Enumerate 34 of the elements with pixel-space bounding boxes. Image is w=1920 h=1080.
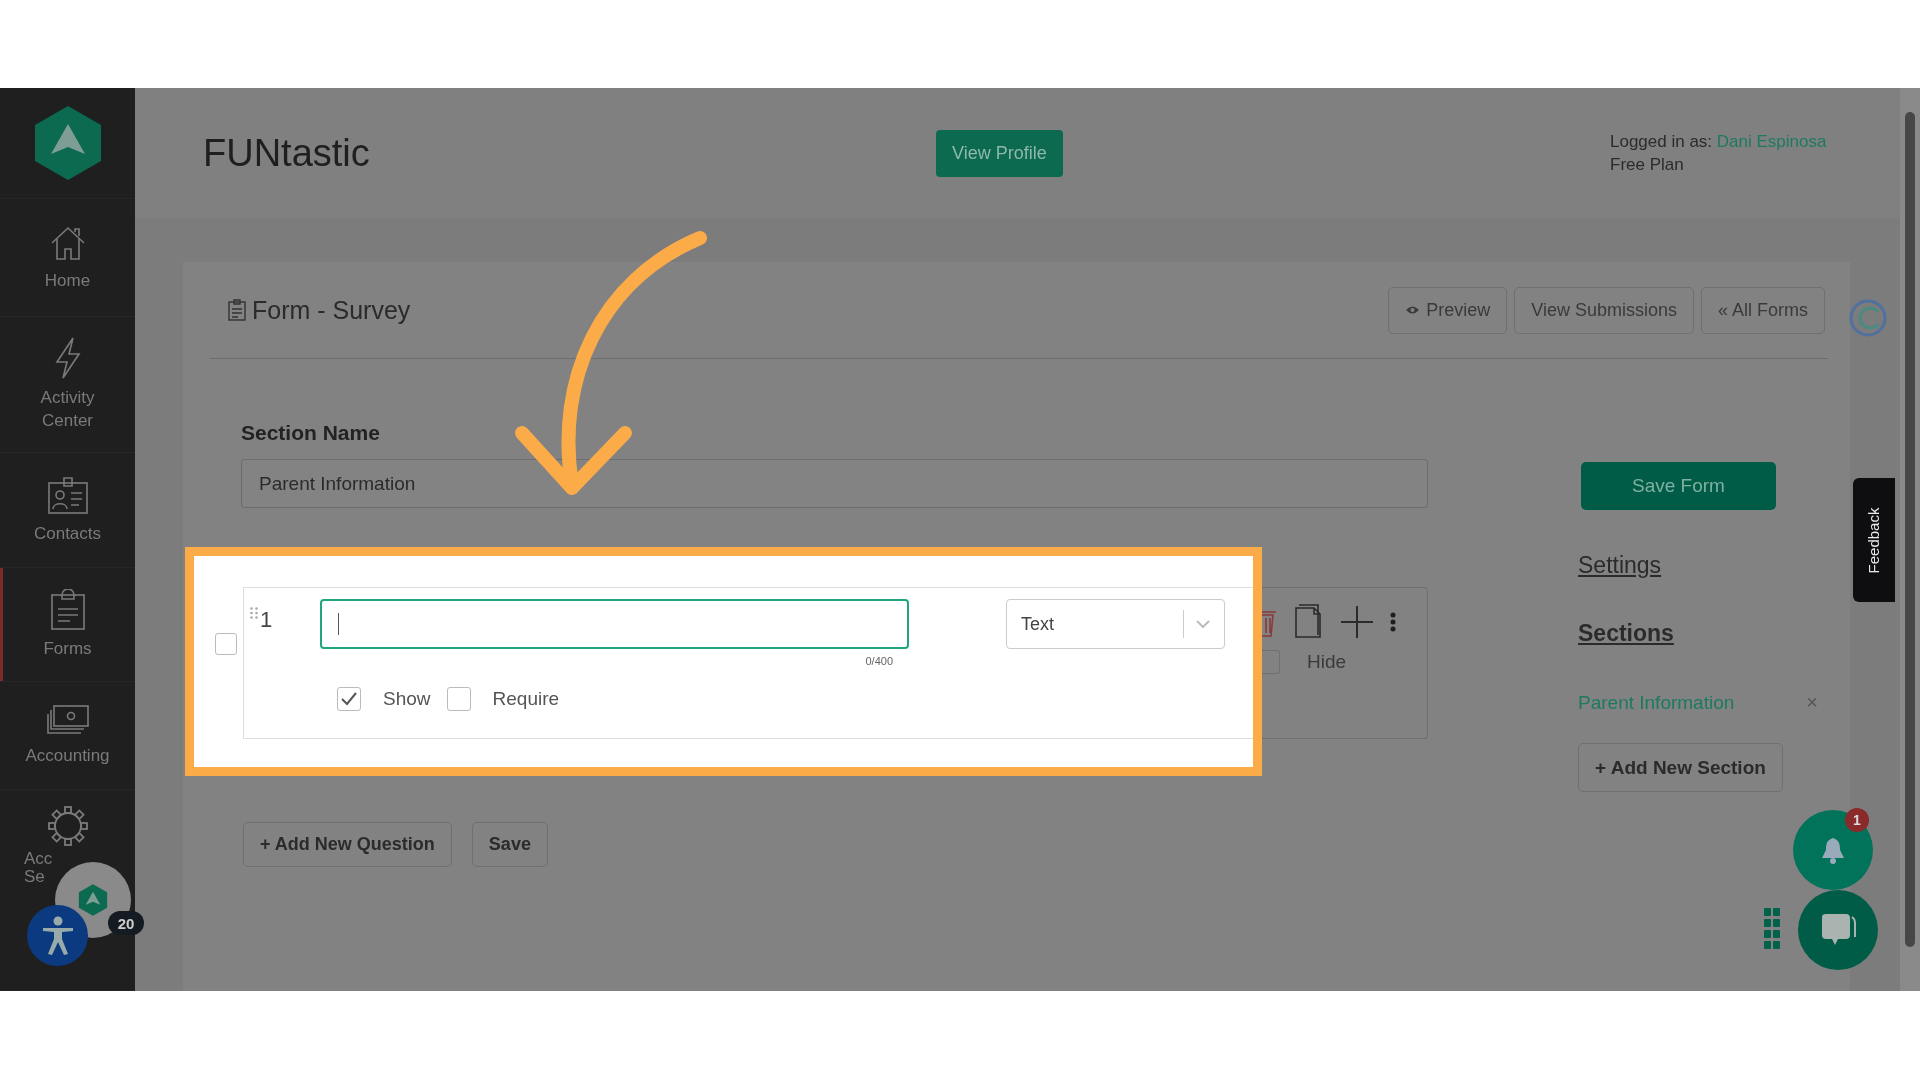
sidebar-label: Acc xyxy=(24,850,53,869)
require-label: Require xyxy=(492,688,560,710)
view-profile-button[interactable]: View Profile xyxy=(936,129,1063,177)
sidebar-label: Contacts xyxy=(33,522,102,545)
form-title: Form - Survey xyxy=(252,295,411,325)
plan-text: Free Plan xyxy=(1610,154,1685,176)
remove-section-button[interactable]: × xyxy=(1806,691,1818,714)
character-counter: 0/400 xyxy=(865,655,893,667)
sections-link[interactable]: Sections xyxy=(1578,620,1674,647)
section-name-label: Section Name xyxy=(241,421,381,446)
header-button[interactable]: View Submissions xyxy=(1514,286,1694,334)
question-number: 1 xyxy=(260,607,274,633)
app-title: FUNtastic xyxy=(203,131,371,175)
header-button[interactable]: « All Forms xyxy=(1700,286,1825,334)
section-name-field[interactable]: Parent Information xyxy=(241,459,1428,508)
count-badge: 20 xyxy=(108,911,144,935)
preview-button[interactable]: Preview xyxy=(1388,286,1508,334)
sidebar-label: Home xyxy=(44,269,91,292)
logged-in-text: Logged in as: Dani Espinosa xyxy=(1610,131,1828,153)
sidebar-label: Forms xyxy=(43,637,92,660)
save-form-button[interactable]: Save Form xyxy=(1581,462,1776,510)
show-label: Show xyxy=(383,688,431,710)
feedback-tab[interactable]: Feedback xyxy=(1853,478,1895,602)
save-button[interactable]: Save xyxy=(471,822,548,867)
sidebar-label: Activity xyxy=(40,387,95,410)
add-question-button[interactable]: + Add New Question xyxy=(243,822,452,867)
sidebar-label: Se xyxy=(24,868,45,887)
settings-link[interactable]: Settings xyxy=(1578,552,1662,579)
hide-label: Hide xyxy=(1307,651,1347,673)
sidebar-item[interactable]: Forms xyxy=(0,568,135,682)
sidebar-label: Center xyxy=(42,410,93,433)
type-dropdown[interactable]: Text xyxy=(1006,599,1225,649)
add-section-button[interactable]: + Add New Section xyxy=(1578,743,1783,792)
sidebar-label: Accounting xyxy=(25,744,110,767)
